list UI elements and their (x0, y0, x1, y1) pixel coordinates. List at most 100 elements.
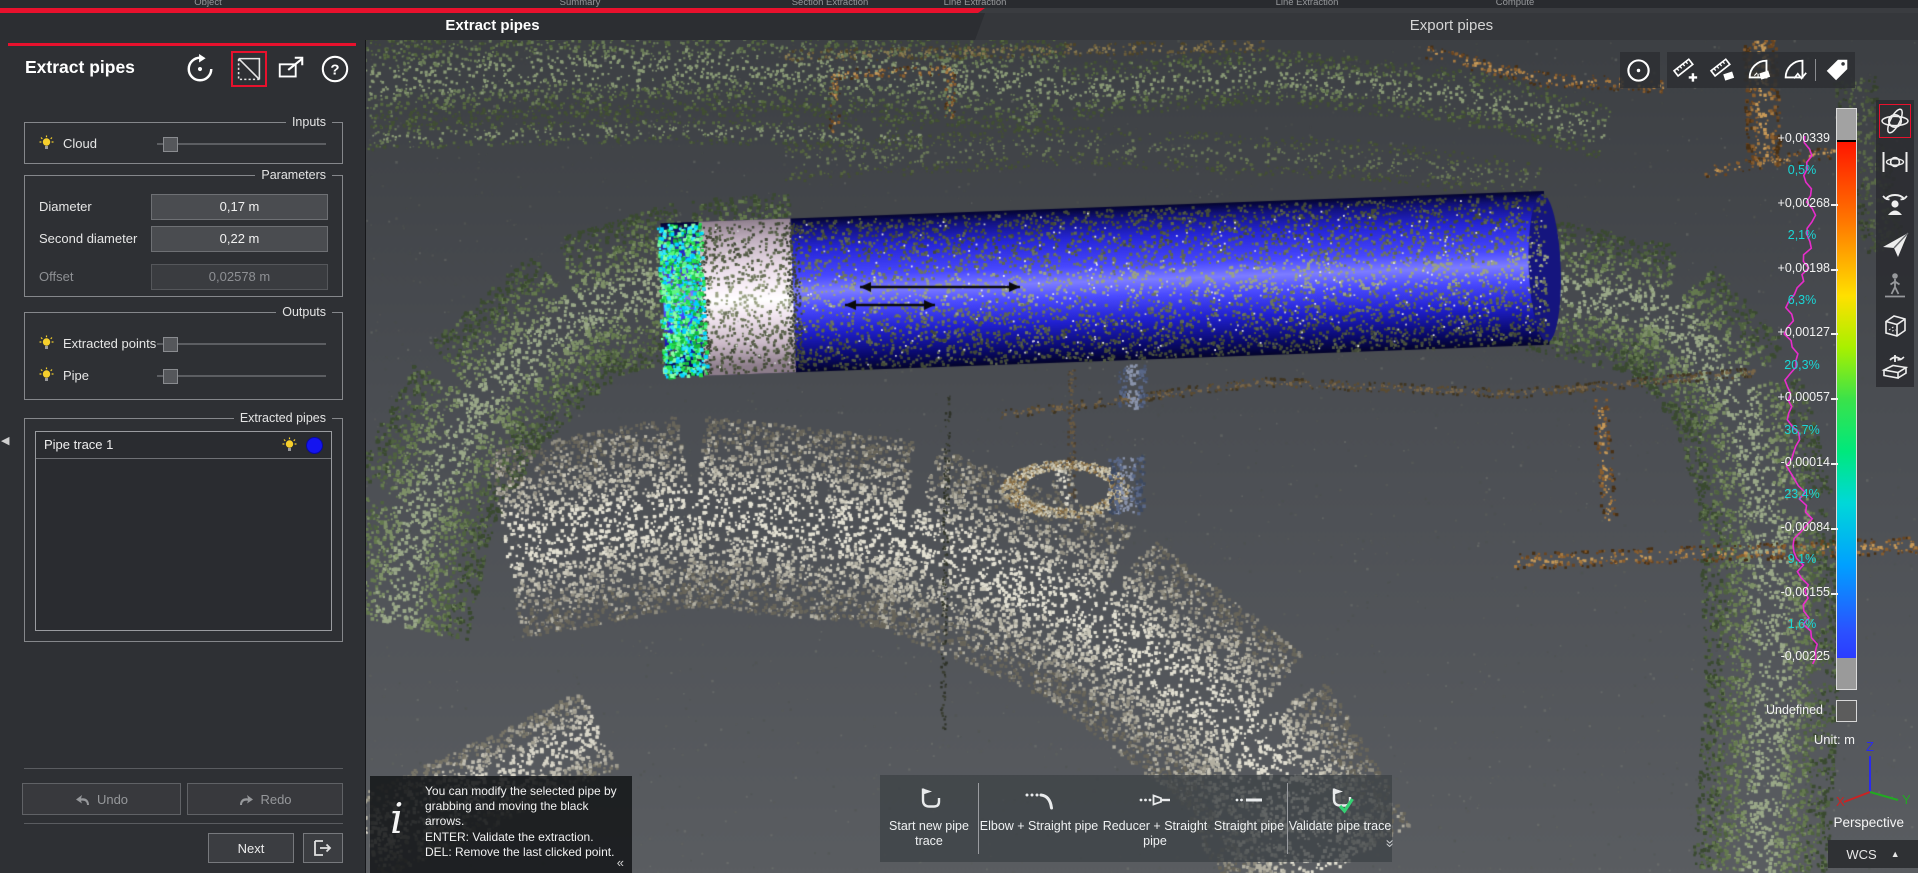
elbow-pipe-icon (1023, 785, 1055, 815)
extracted-pipes-legend: Extracted pipes (234, 411, 332, 425)
pipe-opacity-slider[interactable] (157, 375, 326, 377)
help-icon: ? (320, 54, 350, 84)
export-icon (276, 54, 306, 84)
wcs-selector-button[interactable]: WCS ▲ (1828, 840, 1918, 868)
tab-extract-pipes-label: Extract pipes (0, 17, 985, 34)
divider (24, 768, 343, 769)
inputs-group: Inputs Cloud (24, 122, 343, 164)
workflow-step-label[interactable]: Summary (560, 0, 601, 8)
clear-angle-button[interactable] (1740, 52, 1777, 88)
pipe-drag-arrow-2[interactable] (840, 296, 940, 314)
slider-handle[interactable] (163, 369, 178, 384)
workflow-step-label[interactable]: Object (194, 0, 221, 8)
ruler-add-icon (1671, 56, 1699, 84)
protractor-wave-icon (1781, 56, 1809, 84)
picking-toolbar (1620, 52, 1660, 88)
wcs-label: WCS (1846, 847, 1876, 862)
redo-button[interactable]: Redo (187, 783, 343, 815)
toolbar-separator (1815, 59, 1816, 81)
walk-mode-button[interactable] (1876, 264, 1914, 305)
examine-mode-button[interactable] (1876, 182, 1914, 223)
pipe-trace-toolbar: Start new pipe trace Elbow + Straight pi… (880, 775, 1392, 862)
next-label: Next (238, 841, 265, 856)
visibility-bulb-icon[interactable] (39, 367, 54, 384)
protractor-eraser-icon (1745, 56, 1773, 84)
redo-icon (238, 792, 254, 806)
export-view-button[interactable] (274, 52, 308, 86)
pipe-drag-arrow-1[interactable] (855, 278, 1025, 296)
extracted-points-opacity-slider[interactable] (157, 343, 326, 345)
fly-mode-button[interactable] (1876, 223, 1914, 264)
panel-collapse-arrow[interactable]: ◀ (1, 434, 9, 447)
second-diameter-label: Second diameter (39, 231, 137, 246)
extracted-pipes-list[interactable]: Pipe trace 1 (35, 431, 332, 631)
outputs-group: Outputs Extracted points Pipe (24, 312, 343, 400)
workflow-step-label[interactable]: Line Extraction (1276, 0, 1339, 8)
extract-pipes-panel: Extract pipes ? Inputs (0, 40, 366, 873)
point-cloud-scene[interactable] (365, 40, 1918, 873)
workflow-step-label[interactable]: Line Extraction (944, 0, 1007, 8)
application-window: { "workflow": { "steps": [ {"label": "Ob… (0, 0, 1918, 873)
undo-icon (75, 792, 91, 806)
selected-mode-outline (1879, 104, 1911, 138)
parameters-legend: Parameters (255, 168, 332, 182)
button-label: Elbow + Straight pipe (980, 819, 1098, 834)
workflow-steps-strip: Object Summary Section Extraction Line Extr… (0, 0, 1918, 8)
visibility-bulb-icon[interactable] (39, 335, 54, 352)
parameters-group: Parameters Diameter 0,17 m Second diamet… (24, 175, 343, 297)
clear-measure-button[interactable] (1704, 52, 1741, 88)
extracted-pipe-mesh[interactable] (660, 188, 1550, 343)
reducer-straight-pipe-button[interactable]: Reducer + Straight pipe (1099, 775, 1211, 862)
reset-button[interactable] (183, 52, 217, 86)
workflow-step-label[interactable]: Section Extraction (792, 0, 869, 8)
pipe-color-swatch[interactable] (306, 437, 323, 454)
info-collapse-chevron[interactable]: « (617, 855, 624, 870)
measure-toolbar (1667, 52, 1855, 88)
workflow-step-label[interactable]: Compute (1496, 0, 1535, 8)
button-label: Validate pipe trace (1289, 819, 1392, 834)
slider-handle[interactable] (163, 137, 178, 152)
undo-button[interactable]: Undo (22, 783, 181, 815)
axis-y-label: Y (1902, 792, 1910, 807)
visibility-bulb-icon[interactable] (39, 135, 54, 152)
manipulate-box-button[interactable] (1876, 346, 1914, 387)
add-measure-button[interactable] (1667, 52, 1704, 88)
pipe-trace-label: Pipe trace 1 (44, 437, 113, 452)
constrained-orbit-button[interactable] (1876, 141, 1914, 182)
cloud-opacity-slider[interactable] (157, 143, 326, 145)
orbit-mode-button[interactable] (1876, 100, 1914, 141)
button-label: Straight pipe (1214, 819, 1284, 834)
exit-workflow-button[interactable] (303, 833, 343, 863)
second-diameter-field[interactable]: 0,22 m (151, 226, 328, 252)
box-rotate-icon (1880, 352, 1910, 382)
slider-handle[interactable] (163, 337, 178, 352)
selection-tool-button[interactable] (231, 51, 267, 87)
walk-person-icon (1880, 270, 1910, 300)
label-tag-button[interactable] (1818, 52, 1855, 88)
angle-on-path-button[interactable] (1777, 52, 1814, 88)
help-button[interactable]: ? (318, 52, 352, 86)
straight-pipe-button[interactable]: Straight pipe (1211, 775, 1287, 862)
list-item[interactable]: Pipe trace 1 (36, 432, 331, 459)
svg-text:?: ? (330, 62, 339, 79)
tab-extract-pipes[interactable]: Extract pipes (0, 13, 985, 40)
cube-view-button[interactable] (1876, 305, 1914, 346)
inputs-legend: Inputs (286, 115, 332, 129)
ruler-eraser-icon (1708, 56, 1736, 84)
elbow-straight-pipe-button[interactable]: Elbow + Straight pipe (979, 775, 1099, 862)
info-box: i You can modify the selected pipe by gr… (370, 776, 632, 873)
validate-pipe-icon (1323, 785, 1357, 815)
button-label: Start new pipe trace (880, 819, 978, 849)
extracted-points-label: Extracted points (63, 336, 156, 351)
diameter-label: Diameter (39, 199, 92, 214)
start-new-pipe-trace-button[interactable]: Start new pipe trace (880, 775, 978, 862)
axis-triad: Z X Y (1820, 740, 1910, 815)
dashed-cube-icon (1880, 311, 1910, 341)
viewport-3d[interactable]: +0,003390,5%+0,002682,1%+0,001986,3%+0,0… (365, 40, 1918, 873)
toolbar-more-chevron[interactable]: « (1381, 839, 1398, 847)
validate-pipe-trace-button[interactable]: Validate pipe trace (1288, 775, 1392, 862)
diameter-field[interactable]: 0,17 m (151, 194, 328, 220)
visibility-bulb-icon[interactable] (282, 437, 297, 454)
next-button[interactable]: Next (208, 833, 294, 863)
point-target-button[interactable] (1620, 52, 1657, 88)
